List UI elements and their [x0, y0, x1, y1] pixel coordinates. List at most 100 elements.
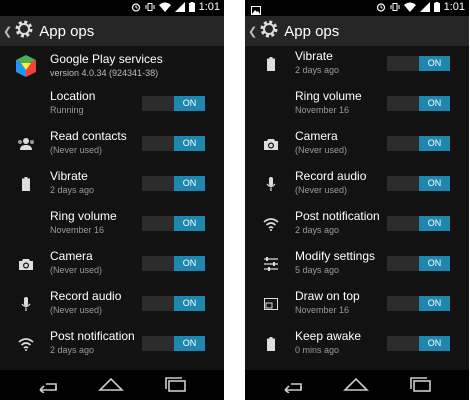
- toggle-on-label: ON: [419, 136, 450, 151]
- app-op-row[interactable]: Camera (Never used) ON: [245, 124, 469, 164]
- op-toggle-switch[interactable]: ON: [142, 336, 205, 351]
- toggle-on-label: ON: [419, 296, 450, 311]
- op-toggle-switch[interactable]: ON: [387, 136, 450, 151]
- op-label: Draw on top: [295, 289, 360, 303]
- home-nav-icon[interactable]: [343, 377, 369, 396]
- op-toggle-switch[interactable]: ON: [387, 256, 450, 271]
- op-status: (Never used): [50, 145, 103, 155]
- op-toggle-switch[interactable]: ON: [387, 96, 450, 111]
- app-version: version 4.0.34 (924341-38): [50, 68, 159, 78]
- app-header: Google Play services version 4.0.34 (924…: [0, 46, 224, 86]
- settings-gear-icon[interactable]: [258, 18, 280, 44]
- op-toggle-switch[interactable]: ON: [142, 296, 205, 311]
- op-toggle-switch[interactable]: ON: [387, 216, 450, 231]
- app-op-row[interactable]: Post notification 2 days ago ON: [0, 324, 224, 364]
- status-icons: 1:01: [131, 1, 220, 13]
- up-chevron-icon[interactable]: ❮: [3, 25, 12, 38]
- op-toggle-switch[interactable]: ON: [142, 256, 205, 271]
- app-op-row[interactable]: Record audio (Never used) ON: [0, 284, 224, 324]
- vibrate-icon: [145, 2, 155, 12]
- wifi-status-icon: [158, 2, 171, 12]
- back-nav-icon[interactable]: [36, 377, 60, 398]
- settings-gear-icon[interactable]: [13, 18, 35, 44]
- op-toggle-switch[interactable]: ON: [387, 56, 450, 71]
- action-bar-title: App ops: [284, 22, 340, 40]
- camera-icon: [12, 252, 40, 276]
- app-op-row[interactable]: Vibrate 2 days ago ON: [0, 164, 224, 204]
- window-icon: [257, 292, 285, 316]
- back-nav-icon[interactable]: [281, 377, 305, 398]
- home-nav-icon[interactable]: [98, 377, 124, 396]
- op-status: 0 mins ago: [295, 345, 340, 355]
- app-op-row[interactable]: Draw on top November 16 ON: [245, 284, 469, 324]
- clock: 1:01: [198, 1, 220, 13]
- op-toggle-switch[interactable]: ON: [142, 176, 205, 191]
- navigation-bar: [0, 370, 224, 400]
- app-op-row[interactable]: Ring volume November 16 ON: [245, 84, 469, 124]
- app-op-row[interactable]: Post notification 2 days ago ON: [245, 204, 469, 244]
- microphone-icon: [257, 172, 285, 196]
- op-status: (Never used): [50, 265, 103, 275]
- op-label: Record audio: [295, 169, 367, 183]
- op-label: Camera: [50, 249, 93, 263]
- op-status: 2 days ago: [295, 65, 340, 75]
- app-op-row[interactable]: Keep awake 0 mins ago ON: [245, 324, 469, 364]
- op-status: November 16: [295, 305, 350, 315]
- battery-icon: [257, 332, 285, 356]
- toggle-on-label: ON: [174, 96, 205, 111]
- app-op-row[interactable]: Camera (Never used) ON: [0, 244, 224, 284]
- op-label: Ring volume: [50, 209, 117, 223]
- toggle-on-label: ON: [174, 296, 205, 311]
- play-services-icon: [12, 54, 40, 78]
- op-label: Ring volume: [295, 89, 362, 103]
- op-toggle-switch[interactable]: ON: [387, 336, 450, 351]
- op-toggle-switch[interactable]: ON: [387, 296, 450, 311]
- up-chevron-icon[interactable]: ❮: [248, 25, 257, 38]
- battery-status-icon: [188, 2, 195, 12]
- op-toggle-switch[interactable]: ON: [142, 216, 205, 231]
- op-status: November 16: [295, 105, 350, 115]
- toggle-on-label: ON: [419, 256, 450, 271]
- op-toggle-switch[interactable]: ON: [142, 96, 205, 111]
- navigation-bar: [245, 370, 469, 400]
- op-status: (Never used): [50, 305, 103, 315]
- op-label: Vibrate: [295, 49, 333, 63]
- battery-icon: [12, 172, 40, 196]
- screenshot-notification-icon: [251, 2, 261, 20]
- app-op-row[interactable]: Location Running ON: [0, 84, 224, 124]
- wifi-icon: [12, 332, 40, 356]
- toggle-on-label: ON: [174, 136, 205, 151]
- action-bar-title: App ops: [39, 22, 95, 40]
- contacts-icon: [12, 132, 40, 156]
- op-status: 2 days ago: [295, 225, 340, 235]
- camera-icon: [257, 132, 285, 156]
- app-ops-list: Vibrate 2 days ago ON Ring volume November 1…: [245, 46, 469, 370]
- microphone-icon: [12, 292, 40, 316]
- op-toggle-switch[interactable]: ON: [387, 176, 450, 191]
- op-status: November 16: [50, 225, 105, 235]
- sliders-icon: [257, 252, 285, 276]
- app-op-row[interactable]: Read contacts (Never used) ON: [0, 124, 224, 164]
- wifi-icon: [257, 212, 285, 236]
- recents-nav-icon[interactable]: [164, 377, 188, 398]
- app-op-row[interactable]: Record audio (Never used) ON: [245, 164, 469, 204]
- toggle-on-label: ON: [419, 56, 450, 71]
- toggle-on-label: ON: [174, 216, 205, 231]
- battery-icon: [257, 52, 285, 76]
- signal-icon: [174, 2, 185, 12]
- app-op-row[interactable]: Vibrate 2 days ago ON: [245, 46, 469, 84]
- wifi-status-icon: [403, 2, 416, 12]
- toggle-on-label: ON: [419, 96, 450, 111]
- toggle-on-label: ON: [419, 176, 450, 191]
- right-screen: 1:01 ❮ App ops Vibrate 2 days ago ON Ring v…: [245, 0, 469, 400]
- app-op-row[interactable]: Ring volume November 16 ON: [0, 204, 224, 244]
- clock: 1:01: [443, 1, 465, 13]
- status-bar: 1:01: [0, 0, 224, 16]
- op-label: Post notification: [295, 209, 380, 223]
- app-op-row[interactable]: Modify settings 5 days ago ON: [245, 244, 469, 284]
- op-toggle-switch[interactable]: ON: [142, 136, 205, 151]
- status-bar: 1:01: [245, 0, 469, 16]
- toggle-on-label: ON: [419, 216, 450, 231]
- recents-nav-icon[interactable]: [409, 377, 433, 398]
- op-status: Running: [50, 105, 84, 115]
